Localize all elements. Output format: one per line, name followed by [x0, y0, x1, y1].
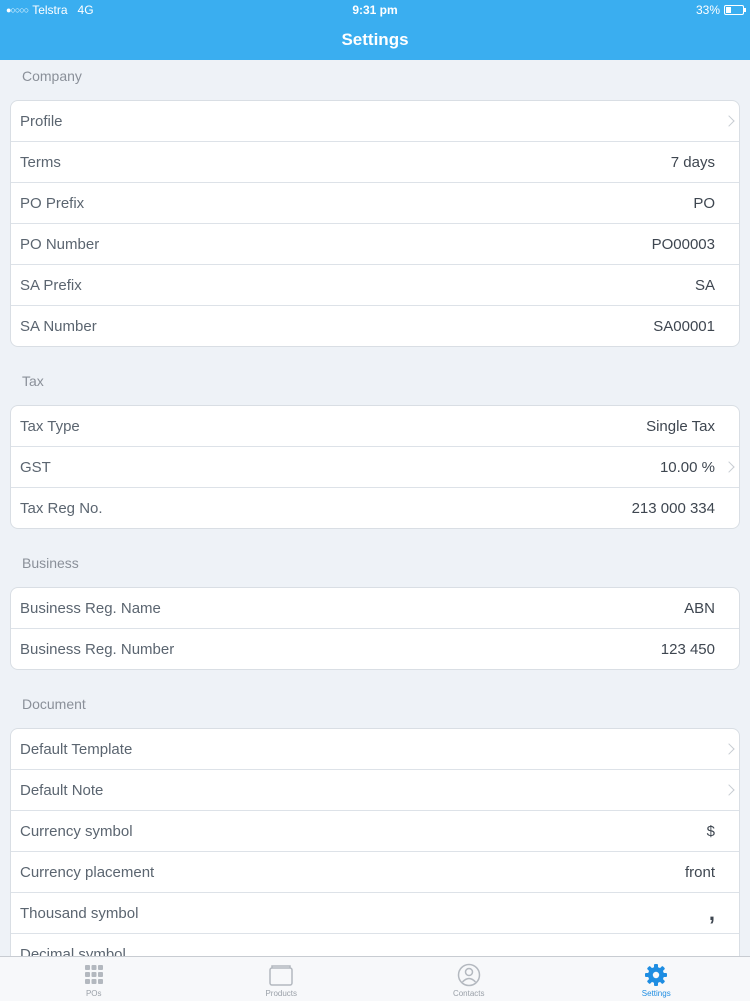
row-label: Currency symbol — [20, 823, 707, 840]
tab-products[interactable]: Products — [188, 957, 376, 1001]
row-label: PO Number — [20, 236, 652, 253]
default-template-row[interactable]: Default Template — [11, 729, 739, 769]
sa-number-value: SA00001 — [653, 318, 715, 335]
row-label: Decimal symbol — [20, 946, 715, 957]
person-icon — [456, 963, 482, 987]
section-header-company: Company — [0, 60, 750, 100]
tab-pos[interactable]: POs — [0, 957, 188, 1001]
row-label: Currency placement — [20, 864, 685, 881]
business-group: Business Reg. Name ABN Business Reg. Num… — [10, 587, 740, 670]
company-group: Profile Terms 7 days PO Prefix PO PO Num… — [10, 100, 740, 347]
section-header-document: Document — [0, 688, 750, 728]
terms-value: 7 days — [671, 154, 715, 171]
po-prefix-value: PO — [693, 195, 715, 212]
section-header-tax: Tax — [0, 365, 750, 405]
battery-percentage: 33% — [696, 0, 720, 20]
business-reg-name-row[interactable]: Business Reg. Name ABN — [11, 588, 739, 628]
row-label: GST — [20, 459, 660, 476]
tax-reg-value: 213 000 334 — [632, 500, 715, 517]
row-label: SA Number — [20, 318, 653, 335]
tax-group: Tax Type Single Tax GST 10.00 % Tax Reg … — [10, 405, 740, 529]
tab-label: Settings — [642, 989, 671, 998]
tax-reg-row[interactable]: Tax Reg No. 213 000 334 — [11, 487, 739, 528]
document-group: Default Template Default Note Currency s… — [10, 728, 740, 956]
row-label: Thousand symbol — [20, 905, 709, 922]
profile-row[interactable]: Profile — [11, 101, 739, 141]
default-note-row[interactable]: Default Note — [11, 769, 739, 810]
gst-value: 10.00 % — [660, 459, 715, 476]
row-label: PO Prefix — [20, 195, 693, 212]
status-bar: ●○○○○ Telstra 4G 9:31 pm 33% — [0, 0, 750, 20]
page-title: Settings — [0, 30, 750, 50]
sa-prefix-value: SA — [695, 277, 715, 294]
gear-icon — [643, 963, 669, 987]
header: ●○○○○ Telstra 4G 9:31 pm 33% Settings — [0, 0, 750, 60]
currency-symbol-row[interactable]: Currency symbol $ — [11, 810, 739, 851]
currency-symbol-value: $ — [707, 823, 715, 840]
row-label: Default Note — [20, 782, 715, 799]
tab-label: POs — [86, 989, 102, 998]
currency-placement-row[interactable]: Currency placement front — [11, 851, 739, 892]
grid-icon — [81, 963, 107, 987]
po-number-value: PO00003 — [652, 236, 715, 253]
tax-type-row[interactable]: Tax Type Single Tax — [11, 406, 739, 446]
chevron-right-icon — [723, 784, 734, 795]
row-label: SA Prefix — [20, 277, 695, 294]
tax-type-value: Single Tax — [646, 418, 715, 435]
po-prefix-row[interactable]: PO Prefix PO — [11, 182, 739, 223]
currency-placement-value: front — [685, 864, 715, 881]
business-reg-name-value: ABN — [684, 600, 715, 617]
row-label: Tax Reg No. — [20, 500, 632, 517]
sa-number-row[interactable]: SA Number SA00001 — [11, 305, 739, 346]
battery-icon — [724, 5, 744, 15]
po-number-row[interactable]: PO Number PO00003 — [11, 223, 739, 264]
status-time: 9:31 pm — [0, 0, 750, 20]
row-label: Business Reg. Number — [20, 641, 661, 658]
gst-row[interactable]: GST 10.00 % — [11, 446, 739, 487]
tab-label: Products — [265, 989, 297, 998]
business-reg-number-value: 123 450 — [661, 641, 715, 658]
sa-prefix-row[interactable]: SA Prefix SA — [11, 264, 739, 305]
row-label: Terms — [20, 154, 671, 171]
thousand-symbol-row[interactable]: Thousand symbol , — [11, 892, 739, 933]
tab-settings[interactable]: Settings — [563, 957, 750, 1001]
chevron-right-icon — [723, 743, 734, 754]
row-label: Tax Type — [20, 418, 646, 435]
decimal-symbol-row[interactable]: Decimal symbol — [11, 933, 739, 956]
section-header-business: Business — [0, 547, 750, 587]
tab-contacts[interactable]: Contacts — [375, 957, 563, 1001]
thousand-symbol-value: , — [709, 900, 715, 926]
settings-list[interactable]: Company Profile Terms 7 days PO Prefix P… — [0, 60, 750, 956]
folder-icon — [268, 963, 294, 987]
business-reg-number-row[interactable]: Business Reg. Number 123 450 — [11, 628, 739, 669]
row-label: Business Reg. Name — [20, 600, 684, 617]
row-label: Default Template — [20, 741, 715, 758]
chevron-right-icon — [723, 461, 734, 472]
row-label: Profile — [20, 113, 715, 130]
tab-bar: POs Products Contacts Settings — [0, 956, 750, 1001]
terms-row[interactable]: Terms 7 days — [11, 141, 739, 182]
chevron-right-icon — [723, 115, 734, 126]
tab-label: Contacts — [453, 989, 485, 998]
